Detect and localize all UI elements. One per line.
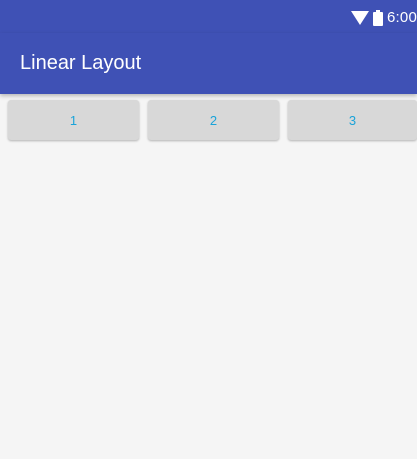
button-row: 1 2 3 [0,98,417,140]
button-2[interactable]: 2 [148,100,279,140]
content-area: 1 2 3 [0,94,417,459]
app-title: Linear Layout [20,52,142,74]
wifi-icon [351,11,369,25]
button-3[interactable]: 3 [288,100,417,140]
status-icons: 6:00 [351,8,417,28]
status-time: 6:00 [387,9,417,26]
battery-icon [373,10,383,26]
button-1[interactable]: 1 [8,100,139,140]
status-bar: 6:00 [0,0,417,33]
app-bar: Linear Layout [0,33,417,94]
